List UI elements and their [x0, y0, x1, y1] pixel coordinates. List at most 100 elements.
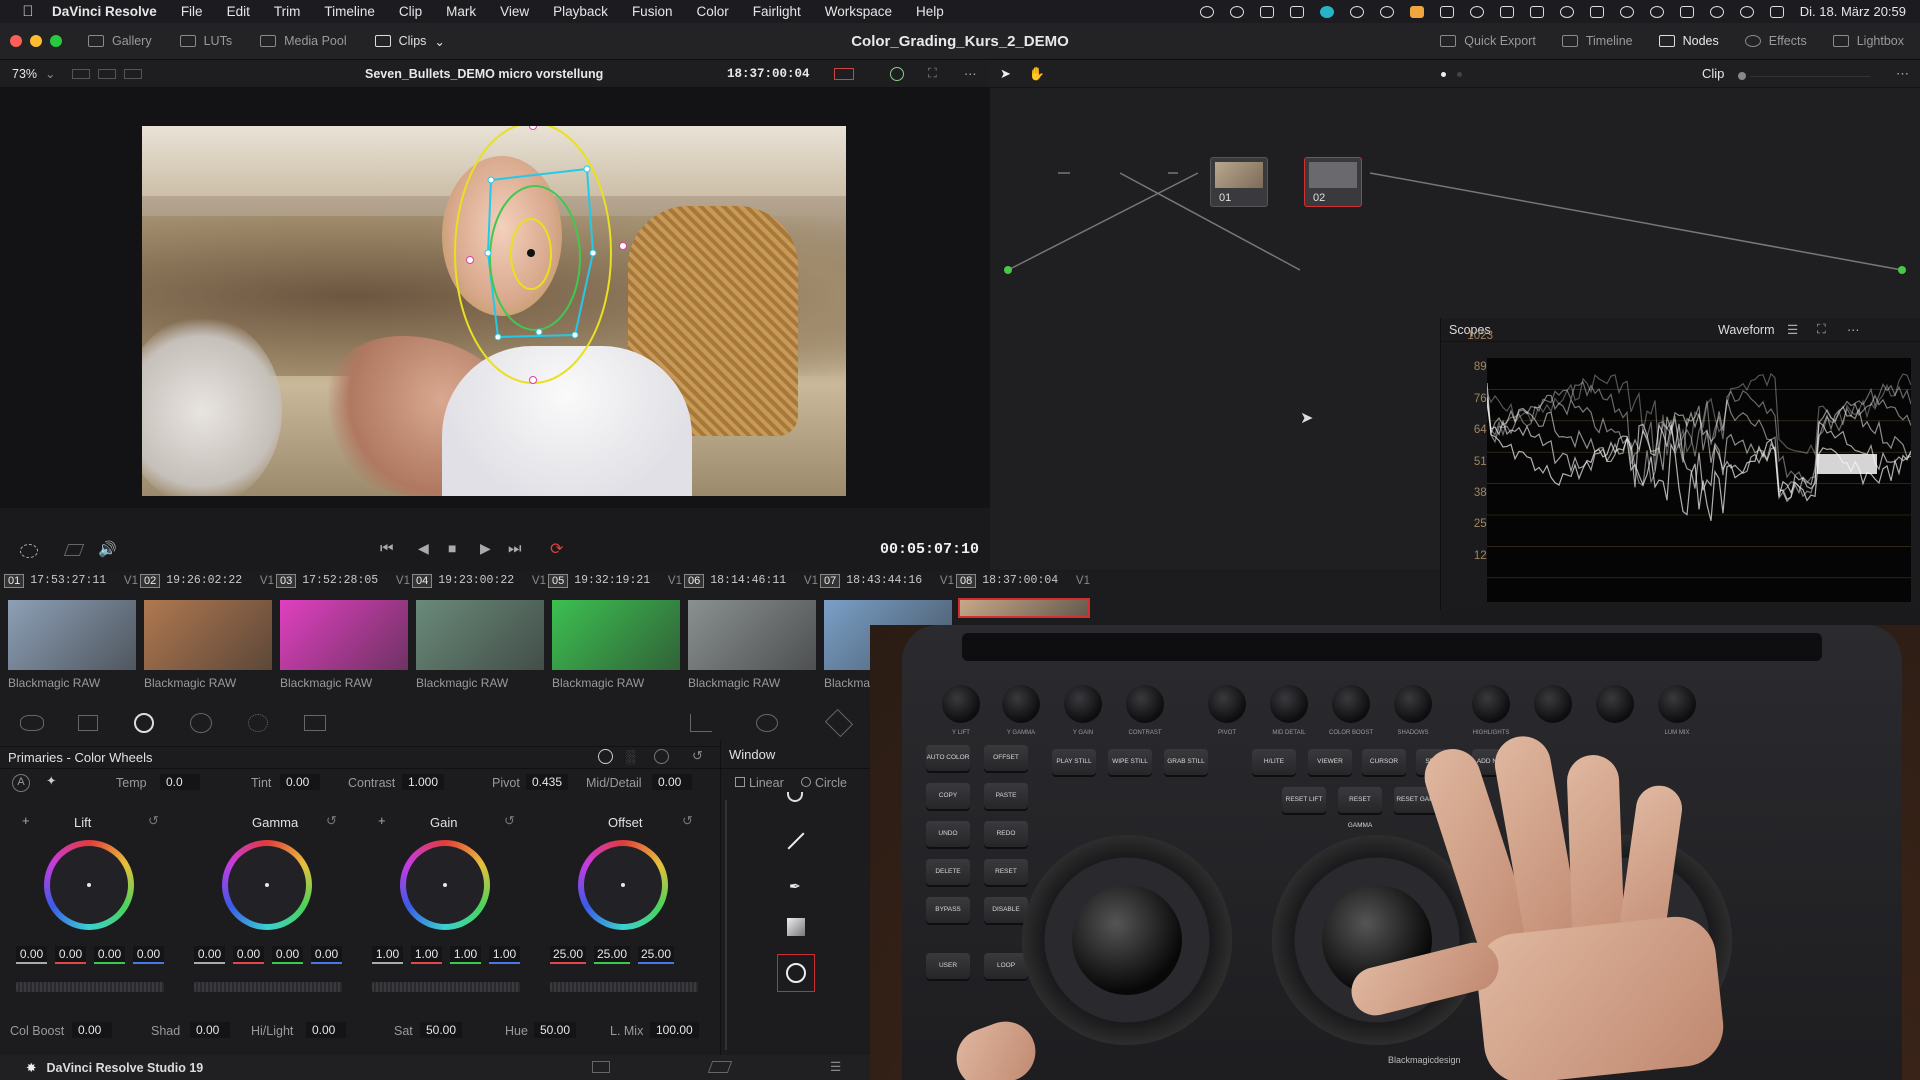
menu-workspace[interactable]: Workspace	[825, 4, 892, 19]
quick-export-button[interactable]: Quick Export	[1440, 34, 1536, 48]
nodes-button[interactable]: Nodes	[1658, 34, 1719, 48]
sync-icon[interactable]	[1229, 5, 1244, 18]
menu-app-name[interactable]: DaVinci Resolve	[52, 4, 157, 19]
wheel-value-field[interactable]: 0.00	[311, 946, 342, 964]
more-options-icon[interactable]: ⋯	[1847, 322, 1860, 337]
color-wheel[interactable]	[578, 840, 668, 930]
color-wheel[interactable]	[400, 840, 490, 930]
wheel-center-dot[interactable]	[87, 883, 91, 887]
scope-settings-icon[interactable]: ☰	[1787, 322, 1798, 337]
gradient-window-icon[interactable]	[787, 918, 805, 936]
apple-icon[interactable]: 	[18, 3, 38, 20]
microphone-icon[interactable]	[1409, 5, 1424, 18]
clips-button[interactable]: Clips ⌄	[374, 34, 445, 49]
crosshair-picker-icon[interactable]: +	[22, 813, 30, 828]
color-match-icon[interactable]	[78, 715, 98, 731]
wheel-value-field[interactable]: 25.00	[594, 946, 630, 964]
sat-field[interactable]: 50.00	[420, 1022, 463, 1038]
pin-icon[interactable]	[1289, 5, 1304, 18]
menubar-clock[interactable]: Di. 18. März 20:59	[1800, 4, 1906, 19]
skip-to-start-icon[interactable]: ⏮	[380, 540, 394, 557]
skip-to-end-icon[interactable]: ⏭	[508, 540, 522, 557]
wheel-value-field[interactable]: 0.00	[55, 946, 86, 964]
wheel-center-dot[interactable]	[621, 883, 625, 887]
wheel-value-field[interactable]: 0.00	[133, 946, 164, 964]
calendar-icon[interactable]	[1439, 5, 1454, 18]
wheel-value-field[interactable]: 0.00	[16, 946, 47, 964]
wheel-value-field[interactable]: 0.00	[194, 946, 225, 964]
menu-fairlight[interactable]: Fairlight	[753, 4, 801, 19]
zoom-dropdown[interactable]: 73%	[12, 67, 37, 81]
clip-thumbnail[interactable]: 02 19:26:02:22 V1 Blackmagic RAW	[140, 572, 276, 700]
reset-icon[interactable]: ↺	[692, 748, 703, 764]
auto-balance-icon[interactable]: A	[12, 774, 30, 792]
menu-color[interactable]: Color	[696, 4, 728, 19]
power-window-overlay[interactable]	[142, 126, 846, 496]
lum-mix-field[interactable]: 100.00	[650, 1022, 699, 1038]
motion-effects-icon[interactable]	[304, 715, 326, 731]
menu-view[interactable]: View	[500, 4, 529, 19]
pen-window-icon[interactable]: ✒	[789, 878, 801, 895]
luts-button[interactable]: LUTs	[179, 34, 232, 49]
more-options-icon[interactable]: ⋯	[964, 66, 977, 81]
master-wheel-slider[interactable]	[16, 982, 164, 992]
wheel-value-field[interactable]: 25.00	[638, 946, 674, 964]
node-01[interactable]: 01	[1210, 157, 1268, 207]
app-status-icon[interactable]	[1319, 5, 1334, 18]
hue-field[interactable]: 50.00	[534, 1022, 577, 1038]
menu-trim[interactable]: Trim	[274, 4, 301, 19]
wheel-value-field[interactable]: 0.00	[233, 946, 264, 964]
crosshair-picker-icon[interactable]: +	[378, 813, 386, 828]
menu-clip[interactable]: Clip	[399, 4, 422, 19]
master-wheel-slider[interactable]	[550, 982, 698, 992]
contrast-field[interactable]: 1.000	[402, 774, 445, 790]
loop-playback-icon[interactable]: ⟳	[550, 539, 563, 559]
media-pool-button[interactable]: Media Pool	[260, 34, 347, 49]
clip-thumbnail[interactable]: 03 17:52:28:05 V1 Blackmagic RAW	[276, 572, 412, 700]
pivot-field[interactable]: 0.435	[526, 774, 569, 790]
screenshot-icon[interactable]	[1529, 5, 1544, 18]
record-icon[interactable]	[1199, 5, 1214, 18]
globe-icon[interactable]	[1469, 5, 1484, 18]
volume-icon[interactable]: 🔊	[98, 540, 117, 558]
wheel-value-field[interactable]: 1.00	[489, 946, 520, 964]
mid-detail-field[interactable]: 0.00	[652, 774, 692, 790]
bars-mode-icon[interactable]: ░	[626, 749, 635, 764]
play-icon[interactable]	[1649, 5, 1664, 18]
menu-edit[interactable]: Edit	[227, 4, 250, 19]
log-mode-icon[interactable]	[654, 749, 669, 764]
display-icon[interactable]	[1499, 5, 1514, 18]
wheels-mode-icon[interactable]	[598, 749, 613, 764]
clip-thumbnail[interactable]: 04 19:23:00:22 V1 Blackmagic RAW	[412, 572, 548, 700]
openai-icon[interactable]	[1349, 5, 1364, 18]
wheel-value-field[interactable]: 1.00	[372, 946, 403, 964]
wheel-value-field[interactable]: 1.00	[450, 946, 481, 964]
viewer[interactable]	[0, 88, 990, 526]
master-wheel-slider[interactable]	[372, 982, 520, 992]
shad-field[interactable]: 0.00	[190, 1022, 230, 1038]
shield-icon[interactable]	[1259, 5, 1274, 18]
moon-icon[interactable]	[1559, 5, 1574, 18]
timeline-name-dropdown[interactable]: Seven_Bullets_DEMO micro vorstellung	[365, 67, 603, 81]
wheel-value-field[interactable]: 25.00	[550, 946, 586, 964]
wheel-value-field[interactable]: 0.00	[272, 946, 303, 964]
compass-icon[interactable]	[1379, 5, 1394, 18]
curves-icon[interactable]	[690, 714, 712, 732]
history-icon[interactable]	[1619, 5, 1634, 18]
clip-thumbnail[interactable]: 05 19:32:19:21 V1 Blackmagic RAW	[548, 572, 684, 700]
wheel-value-field[interactable]: 0.00	[94, 946, 125, 964]
menu-file[interactable]: File	[181, 4, 203, 19]
effects-button[interactable]: Effects	[1744, 34, 1807, 48]
single-view-icon[interactable]	[71, 68, 90, 79]
menu-help[interactable]: Help	[916, 4, 944, 19]
search-icon[interactable]	[1739, 5, 1754, 18]
highlight-mode-icon[interactable]	[834, 67, 854, 80]
color-wheel[interactable]	[222, 840, 312, 930]
menu-mark[interactable]: Mark	[446, 4, 476, 19]
edit-page-icon[interactable]: ☰	[830, 1059, 841, 1074]
wheel-center-dot[interactable]	[443, 883, 447, 887]
reset-wheel-icon[interactable]: ↺	[148, 813, 159, 829]
menu-playback[interactable]: Playback	[553, 4, 608, 19]
play-icon[interactable]: ▶	[480, 540, 491, 557]
col-boost-field[interactable]: 0.00	[72, 1022, 112, 1038]
